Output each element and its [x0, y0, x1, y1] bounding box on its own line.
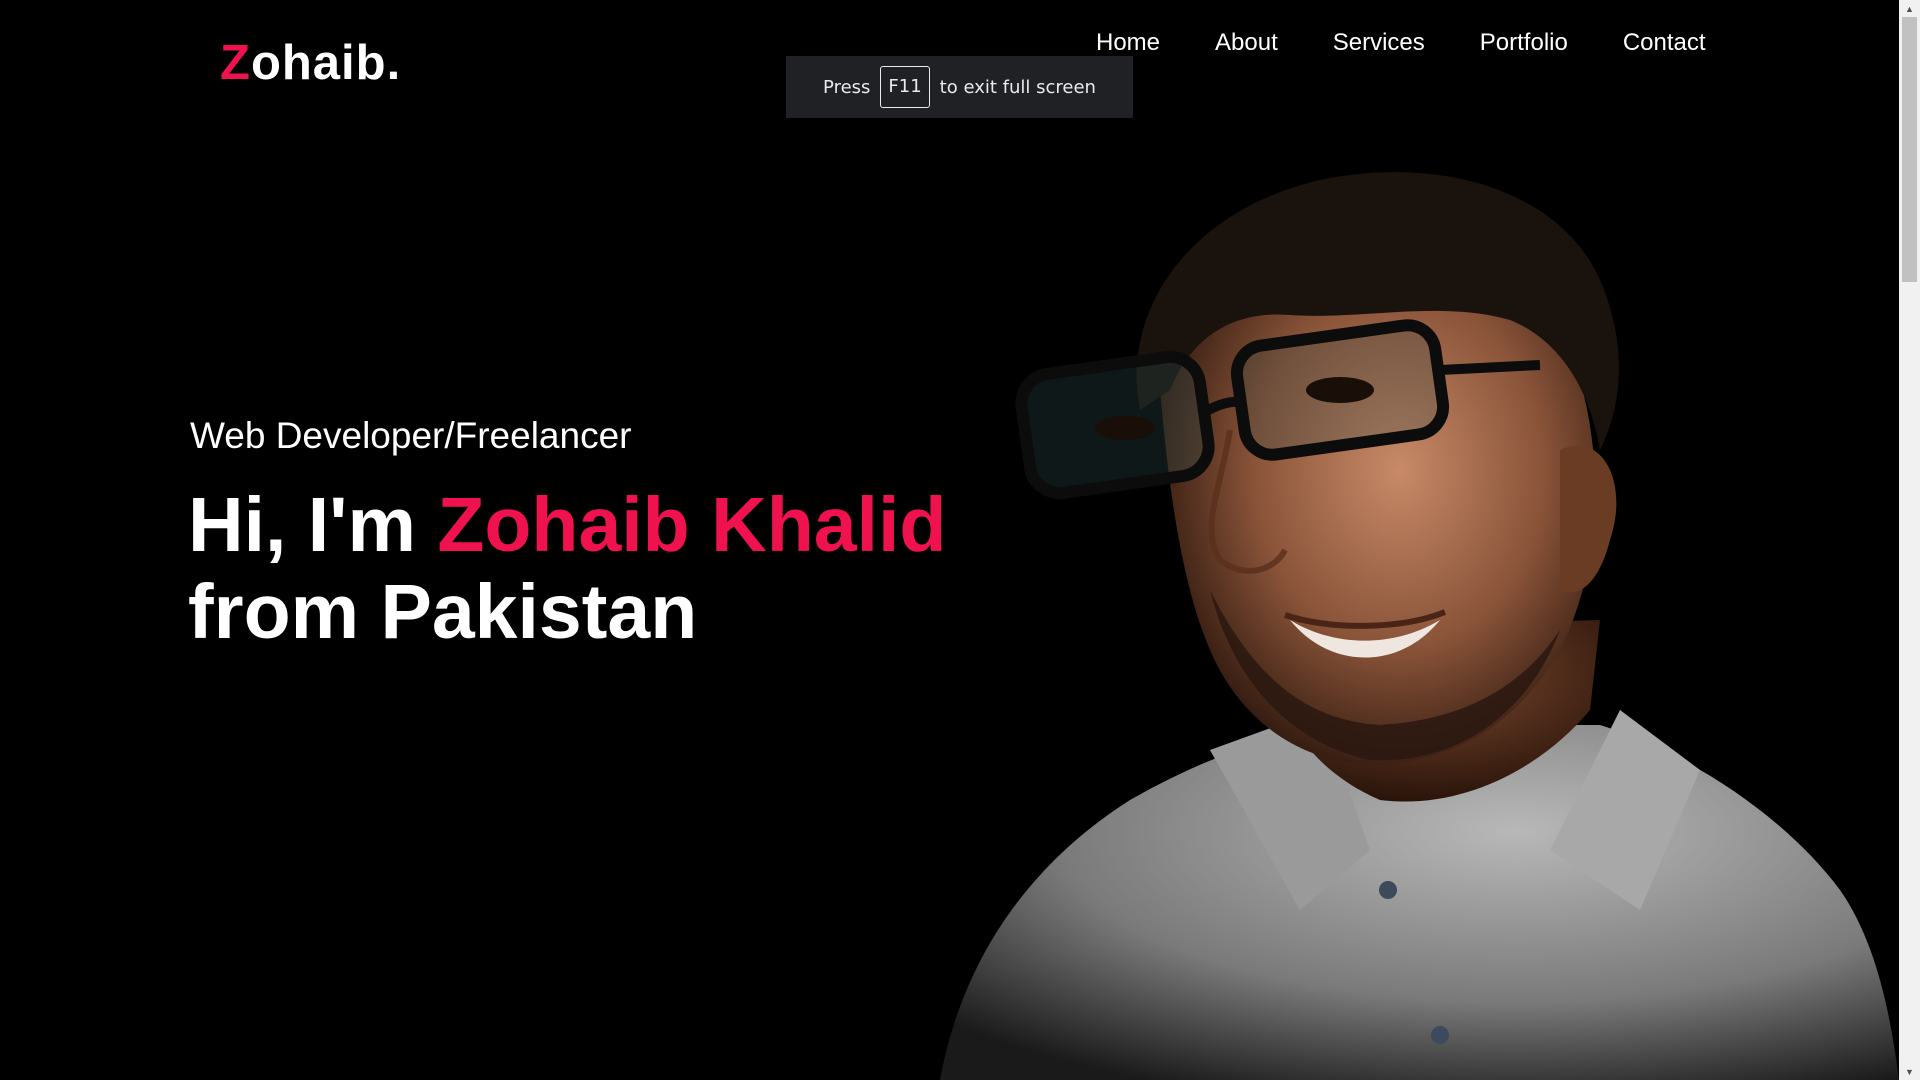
scrollbar-thumb[interactable]: [1902, 17, 1917, 282]
logo-initial: Z: [220, 36, 251, 90]
toast-key: F11: [880, 66, 930, 108]
arrow-down-icon[interactable]: ▼: [1899, 1063, 1920, 1080]
logo-text: ohaib.: [250, 36, 402, 90]
hero-headline: Hi, I'm Zohaib Khalid from Pakistan: [188, 482, 1008, 656]
nav-home-link[interactable]: Home: [1096, 26, 1160, 60]
toast-suffix: to exit full screen: [939, 76, 1096, 98]
nav-about-link[interactable]: About: [1215, 26, 1278, 60]
hero-name: Zohaib Khalid: [437, 482, 947, 568]
page: Zohaib. Home About Services Portfolio Co…: [0, 0, 1899, 1080]
arrow-up-icon[interactable]: ▲: [1899, 0, 1920, 17]
nav-portfolio-link[interactable]: Portfolio: [1480, 26, 1568, 60]
vertical-scrollbar[interactable]: ▲ ▼: [1899, 0, 1920, 1080]
hero-subtitle: Web Developer/Freelancer: [190, 415, 632, 456]
hero-origin: from Pakistan: [188, 569, 698, 655]
nav-services-link[interactable]: Services: [1333, 26, 1425, 60]
main-nav: Home About Services Portfolio Contact: [1096, 26, 1706, 60]
fullscreen-exit-toast: Press F11 to exit full screen: [786, 56, 1133, 118]
profile-photo: [940, 172, 1899, 1080]
nav-contact-link[interactable]: Contact: [1623, 26, 1706, 60]
toast-prefix: Press: [823, 76, 871, 98]
site-logo[interactable]: Zohaib.: [220, 36, 401, 90]
hero-greeting: Hi, I'm: [188, 482, 438, 568]
